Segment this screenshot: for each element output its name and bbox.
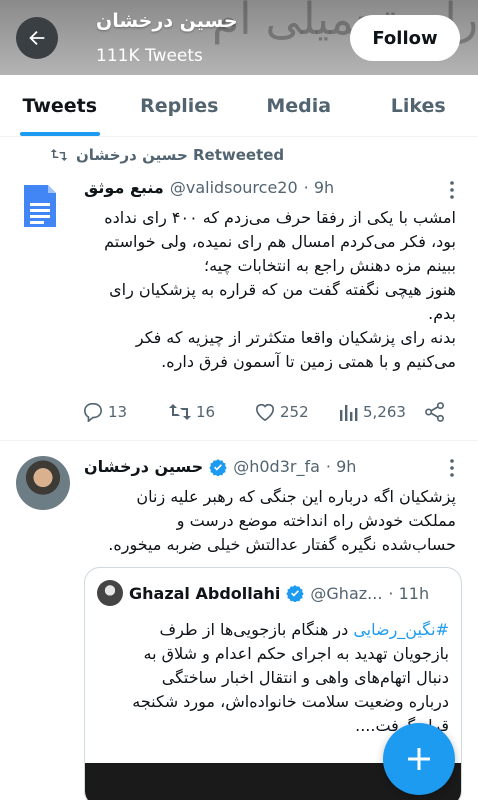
quote-line: دنبال اتهام‌های واهی و انتقال اخبار ساخت… bbox=[161, 668, 449, 687]
views-button[interactable]: 5,263 bbox=[339, 402, 406, 422]
follow-button[interactable]: Follow bbox=[350, 15, 460, 61]
more-options-button[interactable] bbox=[449, 180, 455, 200]
quote-author-handle: @Ghaz... bbox=[310, 583, 383, 603]
author-handle[interactable]: @h0d3r_fa bbox=[233, 457, 320, 476]
tweet-line: می‌کنیم و با همتی زمین تا آسمون فرق داره… bbox=[161, 352, 456, 371]
plus-icon bbox=[408, 748, 430, 770]
like-button[interactable]: 252 bbox=[254, 402, 309, 422]
tab-likes[interactable]: Likes bbox=[359, 75, 478, 136]
heart-icon bbox=[255, 403, 275, 422]
tweet-divider bbox=[0, 440, 478, 441]
more-vertical-icon bbox=[450, 181, 454, 199]
tweet-line: بدنه رای پزشکیان واقعا متکثرتر از چیزیه … bbox=[135, 328, 456, 347]
tweet-line: ببینم مزه دهنش راجع به انتخابات چیه؛ bbox=[204, 256, 456, 275]
view-count: 5,263 bbox=[363, 403, 406, 421]
quote-header: Ghazal Abdollahi @Ghaz... · 11h bbox=[97, 580, 429, 606]
quote-text: #نگین_رضایی در هنگام بازجویی‌ها از طرف ب… bbox=[97, 618, 449, 738]
retweet-label: حسین درخشان Retweeted bbox=[76, 146, 285, 164]
tweet-time: · 9h bbox=[303, 178, 335, 197]
tweet-count: 111K Tweets bbox=[96, 46, 203, 66]
tweet-actions: 13 16 252 5,263 bbox=[82, 402, 452, 426]
tweet-time: · 9h bbox=[325, 457, 357, 476]
quote-avatar bbox=[97, 580, 123, 606]
tweet-line: بدم. bbox=[428, 304, 456, 323]
more-vertical-icon bbox=[450, 459, 454, 477]
profile-header: رای تحمیلی ام حسین درخشان 111K Tweets Fo… bbox=[0, 0, 478, 75]
tab-tweets[interactable]: Tweets bbox=[0, 75, 120, 136]
profile-tabs: Tweets Replies Media Likes bbox=[0, 75, 478, 137]
tweet-line: هنوز هیچی نگفته گفت من که قراره به پزشکی… bbox=[109, 280, 456, 299]
author-name[interactable]: حسین درخشان bbox=[84, 457, 203, 476]
tweet-line: مملکت خودش راه انداخته موضع درست و bbox=[176, 511, 456, 530]
tweet-header: منبع موثق @validsource20 · 9h bbox=[84, 178, 334, 197]
bar-chart-icon bbox=[340, 405, 358, 421]
quote-line: درباره وضعیت سلامت خانواده‌اش، مورد شکنج… bbox=[132, 692, 449, 711]
quote-line: #نگین_رضایی در هنگام بازجویی‌ها از طرف bbox=[97, 618, 450, 642]
share-button[interactable] bbox=[424, 402, 446, 422]
tweet-text: پزشکیان اگه درباره این جنگی که رهبر علیه… bbox=[84, 485, 456, 557]
profile-name: حسین درخشان bbox=[96, 10, 238, 32]
avatar[interactable] bbox=[16, 456, 70, 510]
verified-badge-icon bbox=[209, 458, 227, 476]
hashtag-link[interactable]: #نگین_رضایی bbox=[353, 620, 449, 639]
share-icon bbox=[425, 402, 444, 422]
quote-line: بازجویان تهدید به اجرای حکم اعدام و شلاق… bbox=[143, 644, 449, 663]
retweet-icon bbox=[169, 404, 191, 420]
reply-count: 13 bbox=[108, 403, 128, 421]
tweet-text: امشب با یکی از رفقا حرف می‌زدم که ۴۰۰ را… bbox=[84, 206, 456, 374]
author-handle[interactable]: @validsource20 bbox=[170, 178, 298, 197]
arrow-left-icon bbox=[29, 30, 45, 46]
compose-tweet-button[interactable] bbox=[383, 723, 455, 795]
verified-badge-icon bbox=[286, 584, 305, 602]
reply-icon bbox=[83, 403, 103, 422]
tweet-line: حساب‌شده نگیره گفتار عدالتش خیلی ضربه می… bbox=[108, 535, 456, 554]
retweet-count: 16 bbox=[196, 403, 216, 421]
document-icon bbox=[24, 185, 56, 227]
tweet-line: پزشکیان اگه درباره این جنگی که رهبر علیه… bbox=[136, 487, 456, 506]
quote-time: · 11h bbox=[388, 583, 430, 603]
quote-line-text: در هنگام بازجویی‌ها از طرف bbox=[159, 620, 349, 639]
author-name[interactable]: منبع موثق bbox=[84, 178, 164, 197]
retweet-indicator: حسین درخشان Retweeted bbox=[50, 146, 284, 164]
quote-author-name: Ghazal Abdollahi bbox=[129, 583, 281, 603]
tab-media[interactable]: Media bbox=[239, 75, 359, 136]
tweet-line: امشب با یکی از رفقا حرف می‌زدم که ۴۰۰ را… bbox=[104, 208, 456, 227]
reply-button[interactable]: 13 bbox=[82, 402, 127, 422]
tweet-header: حسین درخشان @h0d3r_fa · 9h bbox=[84, 457, 356, 476]
like-count: 252 bbox=[280, 403, 309, 421]
avatar[interactable] bbox=[22, 183, 58, 229]
retweet-icon bbox=[50, 149, 68, 161]
tweet-line: بود، فکر می‌کردم امسال هم رای نمیده، ولی… bbox=[104, 232, 456, 251]
more-options-button[interactable] bbox=[449, 458, 455, 478]
tab-replies[interactable]: Replies bbox=[120, 75, 240, 136]
back-button[interactable] bbox=[16, 17, 58, 59]
retweet-button[interactable]: 16 bbox=[168, 402, 215, 422]
